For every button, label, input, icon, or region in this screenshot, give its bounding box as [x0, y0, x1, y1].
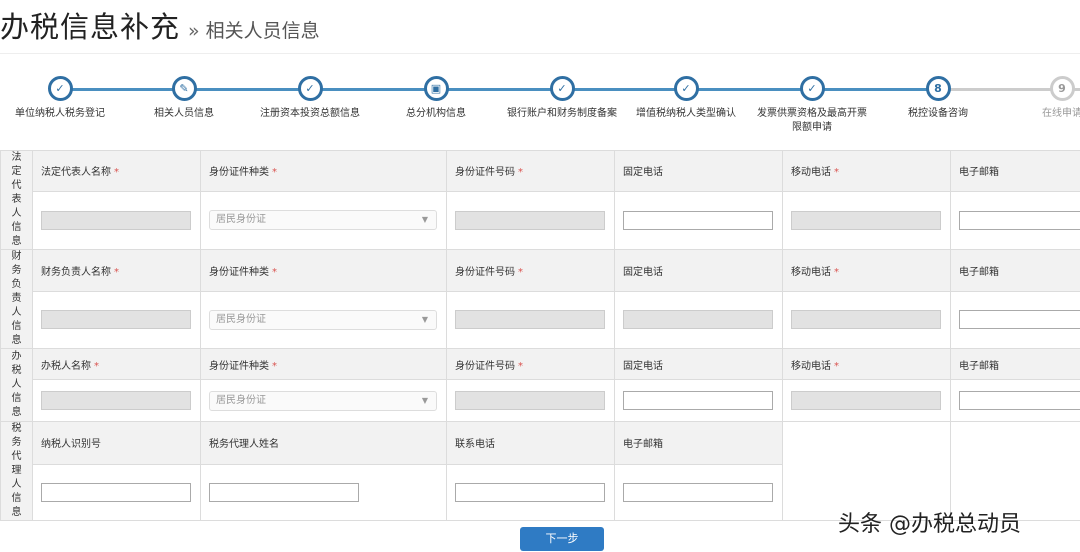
tax-id-type-select[interactable]: 居民身份证 ▼ — [209, 390, 437, 411]
step-3[interactable]: ✓ 注册资本投资总额信息 — [255, 76, 365, 121]
agent-taxpayer-id-input[interactable] — [41, 482, 191, 502]
legal-email-input[interactable] — [959, 210, 1080, 230]
step-5[interactable]: ✓ 银行账户和财务制度备案 — [507, 76, 617, 121]
tax-mobile-input[interactable] — [791, 391, 941, 410]
watermark: 头条 @办税总动员 — [838, 512, 1021, 537]
field-label: 电子邮箱 — [950, 150, 1080, 192]
tax-landline-input[interactable] — [623, 391, 773, 410]
step-6[interactable]: ✓ 增值税纳税人类型确认 — [631, 76, 741, 121]
lock-icon: ▣ — [423, 76, 449, 101]
progress-stepper: ✓ 单位纳税人税务登记 ✎ 相关人员信息 ✓ 注册资本投资总额信息 ▣ 总分机构… — [0, 70, 1080, 140]
page-header: 办税信息补充 » 相关人员信息 — [0, 4, 320, 48]
field-label: 身份证件种类 * — [200, 249, 447, 292]
chevron-down-icon: ▼ — [421, 314, 428, 324]
step-label: 总分机构信息 — [406, 108, 466, 119]
field-label: 税务代理人姓名 — [200, 421, 447, 465]
finance-id-type-select[interactable]: 居民身份证 ▼ — [209, 309, 437, 330]
field-label: 财务负责人名称 * — [32, 249, 201, 292]
legal-id-number-input[interactable] — [455, 210, 605, 230]
legal-id-type-select[interactable]: 居民身份证 ▼ — [209, 210, 437, 231]
check-icon: ✓ — [549, 76, 575, 101]
field-label: 法定代表人名称 * — [32, 150, 201, 192]
finance-mobile-input[interactable] — [791, 310, 941, 330]
personnel-form: 法定代表人信息 法定代表人名称 * 身份证件种类 * 身份证件号码 * 固定电话 移动… — [0, 150, 1080, 522]
finance-landline-input[interactable] — [623, 310, 773, 330]
step-label: 相关人员信息 — [154, 108, 214, 119]
section-legal-heading: 法定代表人信息 — [0, 150, 33, 250]
step-7[interactable]: ✓ 发票供票资格及最高开票限额申请 — [757, 76, 867, 135]
finance-id-number-input[interactable] — [455, 310, 605, 330]
field-label: 身份证件种类 * — [200, 150, 447, 192]
tax-id-number-input[interactable] — [455, 391, 605, 410]
field-label: 固定电话 — [614, 150, 783, 192]
field-label: 纳税人识别号 — [32, 421, 201, 465]
check-icon: ✓ — [673, 76, 699, 101]
step-label: 税控设备咨询 — [908, 108, 968, 119]
legal-mobile-input[interactable] — [791, 210, 941, 230]
field-label: 移动电话 * — [782, 150, 951, 192]
next-step-button[interactable]: 下一步 — [520, 527, 604, 551]
chevron-down-icon: ▼ — [421, 395, 428, 405]
field-label: 电子邮箱 — [950, 249, 1080, 292]
step-label: 发票供票资格及最高开票限额申请 — [757, 108, 867, 133]
field-label: 移动电话 * — [782, 249, 951, 292]
legal-name-input[interactable] — [41, 210, 191, 230]
field-label: 电子邮箱 — [614, 421, 783, 465]
section-agent-heading: 税务代理人信息 — [0, 421, 33, 521]
field-label: 固定电话 — [614, 348, 783, 380]
chevron-down-icon: ▼ — [421, 215, 428, 225]
legal-landline-input[interactable] — [623, 210, 773, 230]
step-number: 9 — [1049, 76, 1075, 101]
field-label: 身份证件号码 * — [446, 348, 615, 380]
agent-email-input[interactable] — [623, 482, 773, 502]
step-label: 在线申请 — [1042, 108, 1080, 119]
check-icon: ✓ — [297, 76, 323, 101]
field-label: 身份证件种类 * — [200, 348, 447, 380]
step-label: 增值税纳税人类型确认 — [636, 108, 736, 119]
breadcrumb-separator: » — [188, 20, 200, 42]
agent-phone-input[interactable] — [455, 482, 605, 502]
field-label: 身份证件号码 * — [446, 150, 615, 192]
field-label: 办税人名称 * — [32, 348, 201, 380]
step-4[interactable]: ▣ 总分机构信息 — [381, 76, 491, 121]
field-label: 电子邮箱 — [950, 348, 1080, 380]
step-8[interactable]: 8 税控设备咨询 — [883, 76, 993, 121]
step-9[interactable]: 9 在线申请 — [1007, 76, 1080, 121]
step-label: 银行账户和财务制度备案 — [507, 108, 617, 119]
agent-name-input[interactable] — [209, 482, 359, 502]
check-icon: ✓ — [47, 76, 73, 101]
finance-email-input[interactable] — [959, 310, 1080, 330]
section-finance-heading: 财务负责人信息 — [0, 249, 33, 349]
step-label: 注册资本投资总额信息 — [260, 108, 360, 119]
page-title: 办税信息补充 — [0, 10, 181, 44]
step-label: 单位纳税人税务登记 — [15, 108, 105, 119]
step-2[interactable]: ✎ 相关人员信息 — [129, 76, 239, 121]
finance-name-input[interactable] — [41, 310, 191, 330]
field-label: 联系电话 — [446, 421, 615, 465]
edit-icon: ✎ — [171, 76, 197, 101]
tax-name-input[interactable] — [41, 391, 191, 410]
step-1[interactable]: ✓ 单位纳税人税务登记 — [5, 76, 115, 121]
check-icon: ✓ — [799, 76, 825, 101]
tax-email-input[interactable] — [959, 391, 1080, 410]
page-subtitle: 相关人员信息 — [205, 20, 320, 42]
section-tax-heading: 办税人信息 — [0, 348, 33, 422]
field-label: 身份证件号码 * — [446, 249, 615, 292]
step-number: 8 — [925, 76, 951, 101]
field-label: 移动电话 * — [782, 348, 951, 380]
field-label: 固定电话 — [614, 249, 783, 292]
header-divider — [0, 53, 1080, 54]
